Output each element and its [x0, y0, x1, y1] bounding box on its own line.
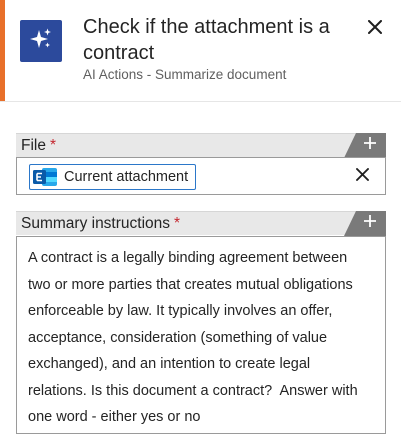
- action-panel: Check if the attachment is a contract AI…: [0, 0, 401, 434]
- file-input[interactable]: Current attachment: [16, 157, 386, 195]
- file-add-button[interactable]: [344, 133, 386, 158]
- panel-header: Check if the attachment is a contract AI…: [0, 0, 401, 102]
- required-marker: *: [49, 137, 57, 154]
- summary-add-button[interactable]: [344, 211, 386, 236]
- plus-icon: [363, 136, 377, 155]
- summary-instructions-input[interactable]: A contract is a legally binding agreemen…: [16, 236, 386, 434]
- app-tile: [20, 20, 62, 62]
- plus-icon: [363, 214, 377, 233]
- close-icon: [368, 19, 382, 39]
- close-button[interactable]: [360, 14, 390, 44]
- panel-subtitle: AI Actions - Summarize document: [83, 67, 287, 82]
- required-marker: *: [174, 215, 181, 232]
- summary-label-text: Summary instructions: [21, 215, 171, 232]
- clear-file-button[interactable]: [351, 166, 373, 188]
- accent-bar: [0, 0, 5, 101]
- file-label-text: File: [21, 137, 46, 154]
- file-field-label: File *: [16, 133, 386, 158]
- exchange-icon: [32, 166, 58, 188]
- chip-label: Current attachment: [64, 169, 189, 185]
- panel-title: Check if the attachment is a contract: [83, 16, 330, 64]
- summary-field-label: Summary instructions *: [16, 211, 386, 236]
- current-attachment-chip[interactable]: Current attachment: [29, 164, 197, 190]
- sparkle-icon: [29, 27, 53, 56]
- summary-instructions-text: A contract is a legally binding agreemen…: [28, 250, 358, 425]
- close-icon: [355, 168, 369, 186]
